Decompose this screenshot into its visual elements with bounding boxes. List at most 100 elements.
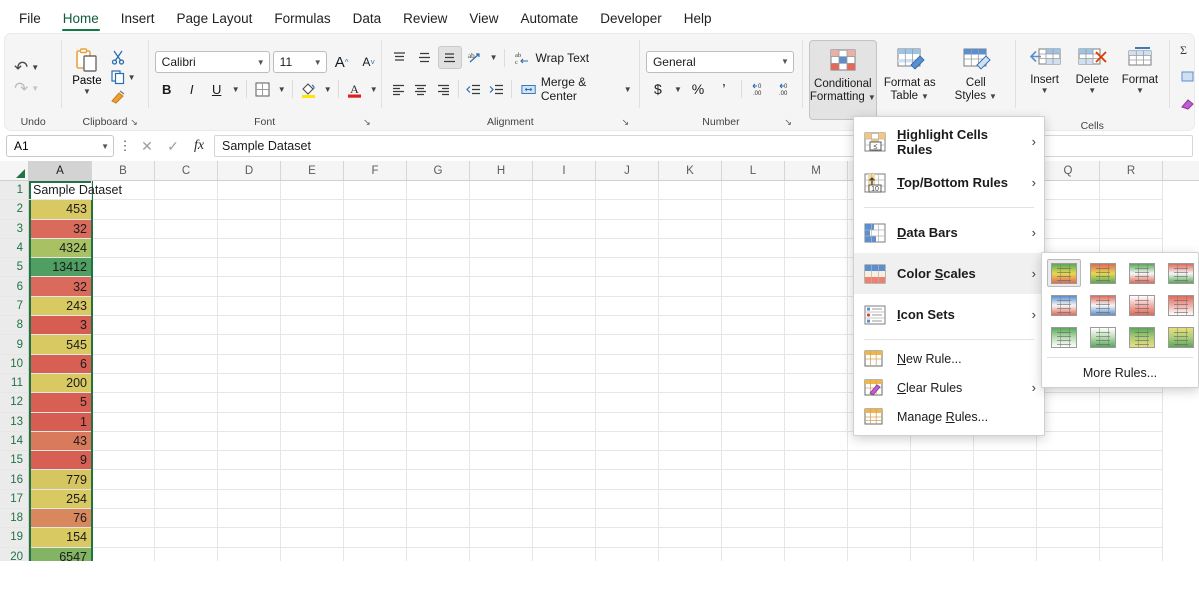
cell-I18[interactable] — [533, 509, 596, 529]
color-scale-green-yellow-red[interactable] — [1047, 259, 1081, 287]
cell-J16[interactable] — [596, 470, 659, 490]
tab-formulas[interactable]: Formulas — [263, 7, 341, 33]
cell-I8[interactable] — [533, 316, 596, 336]
cell-G14[interactable] — [407, 431, 470, 452]
cell-D6[interactable] — [218, 277, 281, 297]
cell-A17[interactable]: 254 — [29, 489, 92, 510]
more-vertical-icon[interactable]: ⋮ — [118, 138, 132, 154]
cell-P20[interactable] — [974, 547, 1037, 561]
cell-F11[interactable] — [344, 373, 407, 394]
column-header-i[interactable]: I — [533, 161, 596, 180]
cell-M1[interactable] — [785, 181, 848, 201]
font-color-chevron-down-icon[interactable]: ▼ — [368, 78, 380, 101]
cell-I11[interactable] — [533, 373, 596, 394]
cell-R13[interactable] — [1100, 412, 1163, 432]
comma-style-button[interactable]: ’ — [712, 78, 736, 101]
cell-A5[interactable]: 13412 — [29, 258, 92, 278]
menu-item-new-rule[interactable]: New Rule... › — [854, 344, 1044, 373]
color-scale-green-white-red[interactable] — [1125, 259, 1159, 287]
cell-E6[interactable] — [281, 277, 344, 297]
cell-J7[interactable] — [596, 296, 659, 317]
cell-D4[interactable] — [218, 238, 281, 259]
cell-M15[interactable] — [785, 451, 848, 471]
cell-I5[interactable] — [533, 258, 596, 278]
row-header-2[interactable]: 2 — [0, 200, 29, 220]
conditional-formatting-button[interactable]: Conditional Formatting ▼ — [808, 40, 877, 120]
cell-A10[interactable]: 6 — [29, 354, 92, 374]
copy-button[interactable]: ▼ — [108, 68, 138, 86]
row-header-15[interactable]: 15 — [0, 451, 29, 471]
cell-A14[interactable]: 43 — [29, 431, 92, 452]
cell-K16[interactable] — [659, 470, 722, 490]
cell-D20[interactable] — [218, 547, 281, 561]
cell-C7[interactable] — [155, 296, 218, 317]
underline-button[interactable]: U — [205, 78, 229, 101]
column-header-q[interactable]: Q — [1037, 161, 1100, 180]
color-scale-yellow-green[interactable] — [1164, 323, 1198, 351]
format-as-table-chevron-down-icon[interactable]: ▼ — [921, 92, 929, 101]
row-header-13[interactable]: 13 — [0, 412, 29, 432]
cell-M5[interactable] — [785, 258, 848, 278]
cell-E8[interactable] — [281, 316, 344, 336]
tab-page-layout[interactable]: Page Layout — [166, 7, 264, 33]
cell-L12[interactable] — [722, 393, 785, 413]
row-header-8[interactable]: 8 — [0, 316, 29, 336]
cell-G11[interactable] — [407, 373, 470, 394]
number-format-combo[interactable]: General ▼ — [645, 50, 794, 73]
cell-B3[interactable] — [92, 219, 155, 239]
cell-K19[interactable] — [659, 528, 722, 548]
cell-E13[interactable] — [281, 412, 344, 432]
tab-developer[interactable]: Developer — [589, 7, 673, 33]
cell-F12[interactable] — [344, 393, 407, 413]
cell-K2[interactable] — [659, 200, 722, 220]
cell-F2[interactable] — [344, 200, 407, 220]
tab-file[interactable]: File — [8, 7, 52, 33]
column-header-a[interactable]: A — [29, 161, 92, 180]
cell-A15[interactable]: 9 — [29, 451, 92, 471]
cell-J5[interactable] — [596, 258, 659, 278]
orientation-button[interactable]: ab — [463, 46, 487, 69]
cell-H20[interactable] — [470, 547, 533, 561]
cell-F18[interactable] — [344, 509, 407, 529]
cell-L8[interactable] — [722, 316, 785, 336]
cell-N19[interactable] — [848, 528, 911, 548]
cell-D18[interactable] — [218, 509, 281, 529]
cell-P17[interactable] — [974, 489, 1037, 510]
cell-B16[interactable] — [92, 470, 155, 490]
cell-R12[interactable] — [1100, 393, 1163, 413]
cell-A4[interactable]: 4324 — [29, 238, 92, 259]
cell-E2[interactable] — [281, 200, 344, 220]
cell-F1[interactable] — [344, 181, 407, 201]
cell-J14[interactable] — [596, 431, 659, 452]
cell-F3[interactable] — [344, 219, 407, 239]
cell-L10[interactable] — [722, 354, 785, 374]
cell-F7[interactable] — [344, 296, 407, 317]
cell-F9[interactable] — [344, 335, 407, 355]
cell-D2[interactable] — [218, 200, 281, 220]
cell-D12[interactable] — [218, 393, 281, 413]
select-all-corner[interactable] — [0, 161, 29, 180]
cell-I14[interactable] — [533, 431, 596, 452]
cell-I16[interactable] — [533, 470, 596, 490]
color-scale-red-yellow-green[interactable] — [1086, 259, 1120, 287]
column-header-b[interactable]: B — [92, 161, 155, 180]
redo-button[interactable]: ↷ ▼ — [11, 79, 42, 98]
cell-E15[interactable] — [281, 451, 344, 471]
tab-insert[interactable]: Insert — [110, 7, 166, 33]
align-bottom-button[interactable] — [437, 46, 462, 69]
color-scale-red-white[interactable] — [1164, 291, 1198, 319]
insert-cells-button[interactable]: Insert ▼ — [1022, 40, 1068, 120]
cell-styles-chevron-down-icon[interactable]: ▼ — [989, 92, 997, 101]
cell-G4[interactable] — [407, 238, 470, 259]
row-header-14[interactable]: 14 — [0, 431, 29, 452]
cell-L1[interactable] — [722, 181, 785, 201]
cell-C20[interactable] — [155, 547, 218, 561]
row-header-7[interactable]: 7 — [0, 296, 29, 317]
cell-D17[interactable] — [218, 489, 281, 510]
color-scale-blue-white-red[interactable] — [1047, 291, 1081, 319]
cell-E14[interactable] — [281, 431, 344, 452]
cell-I7[interactable] — [533, 296, 596, 317]
fx-icon[interactable]: fx — [188, 138, 210, 154]
cell-Q1[interactable] — [1037, 181, 1100, 201]
row-header-10[interactable]: 10 — [0, 354, 29, 374]
